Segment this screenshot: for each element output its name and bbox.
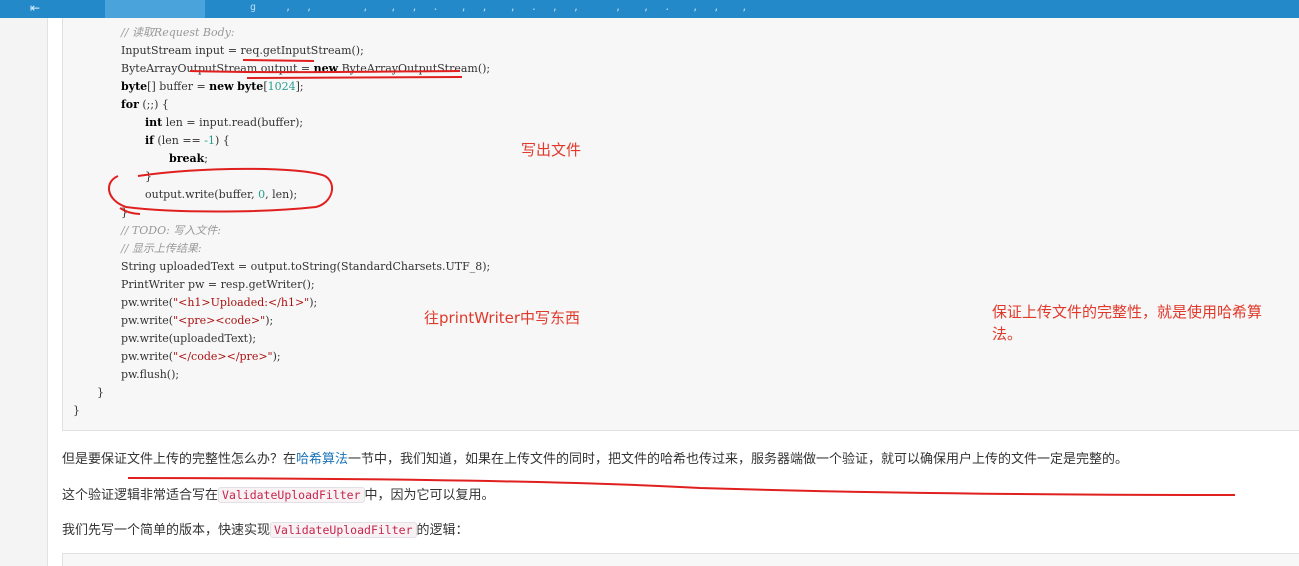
paragraph-text: 这个验证逻辑非常适合写在	[62, 488, 219, 503]
code-line: }	[121, 206, 128, 220]
code-line: output.write(buffer, 0, len);	[145, 188, 297, 202]
code-line: // TODO: 写入文件:	[121, 224, 221, 238]
code-line: InputStream input = req.getInputStream()…	[121, 44, 364, 58]
top-toolbar: ⇤ g , , , , , . , , , . , , , , . , , ,	[0, 0, 1299, 18]
code-token: "<h1>Uploaded:</h1>"	[173, 296, 310, 309]
code-line: if (len == -1) {	[145, 134, 230, 148]
code-line: byte[] buffer = new byte[1024];	[121, 80, 304, 94]
code-line: ByteArrayOutputStream output = new ByteA…	[121, 62, 490, 76]
code-token: if	[145, 134, 154, 147]
paragraph-text: 但是要保证文件上传的完整性怎么办？在	[62, 452, 297, 467]
code-line: pw.write("<pre><code>");	[121, 314, 273, 328]
code-line: }	[145, 170, 152, 184]
code-token: ;	[204, 152, 208, 165]
paragraph-integrity: 但是要保证文件上传的完整性怎么办？在哈希算法一节中，我们知道，如果在上传文件的同…	[62, 448, 1128, 467]
code-token: // 读取Request Body:	[121, 26, 235, 39]
code-token: InputStream input = req.getInputStream()…	[121, 44, 364, 57]
code-token: pw.flush();	[121, 368, 180, 381]
code-token: ];	[295, 80, 304, 93]
paragraph-text: 中，因为它可以复用。	[364, 488, 495, 503]
code-token: // 显示上传结果:	[121, 242, 202, 255]
code-token: "</code></pre>"	[173, 350, 273, 363]
code-token: pw.write(	[121, 350, 174, 363]
paragraph-text: 我们先写一个简单的版本，快速实现	[62, 523, 271, 538]
paragraph-filter: 这个验证逻辑非常适合写在 ValidateUploadFilter 中，因为它可以复…	[62, 484, 495, 503]
code-token: // TODO: 写入文件:	[121, 224, 222, 237]
code-token: [] buffer =	[147, 80, 210, 93]
code-token: , len);	[265, 188, 298, 201]
code-token: String uploadedText = output.toString(St…	[121, 260, 491, 273]
code-line: // 显示上传结果:	[121, 242, 202, 256]
code-token: -1	[204, 134, 215, 147]
code-token: pw.write(	[121, 314, 174, 327]
code-line: String uploadedText = output.toString(St…	[121, 260, 490, 274]
code-line: }	[73, 404, 80, 418]
code-token: (len ==	[153, 134, 205, 147]
code-token: for	[121, 98, 139, 111]
paragraph-text: 一节中，我们知道，如果在上传文件的同时，把文件的哈希也传过来，服务器端做一个验证…	[348, 452, 1129, 467]
back-icon[interactable]: ⇤	[30, 1, 40, 15]
inline-code-filter: ValidateUploadFilter	[218, 487, 365, 503]
code-token: byte	[237, 80, 264, 93]
code-token: byte	[121, 80, 148, 93]
code-token: );	[272, 350, 281, 363]
code-token: PrintWriter pw = resp.getWriter();	[121, 278, 315, 291]
code-token: }	[145, 170, 152, 183]
code-token: output.write(buffer,	[145, 188, 259, 201]
annotation-write-file: 写出文件	[521, 141, 582, 159]
paragraph-simple-version: 我们先写一个简单的版本，快速实现 ValidateUploadFilter 的逻辑：	[62, 519, 469, 538]
code-token: pw.write(	[121, 296, 174, 309]
code-line: pw.write(uploadedText);	[121, 332, 256, 346]
code-token: }	[121, 206, 128, 219]
annotation-print-writer: 往printWriter中写东西	[424, 309, 581, 327]
code-token: break	[169, 152, 205, 165]
code-line: // 读取Request Body:	[121, 26, 235, 40]
code-token: 1024	[267, 80, 296, 93]
code-line: for (;;) {	[121, 98, 169, 112]
code-token: "<pre><code>"	[173, 314, 266, 327]
code-token: new	[313, 62, 339, 75]
code-token: pw.write(uploadedText);	[121, 332, 257, 345]
code-token: }	[97, 386, 104, 399]
code-token: ) {	[214, 134, 230, 147]
hash-algorithm-link[interactable]: 哈希算法	[296, 452, 348, 467]
code-token: );	[309, 296, 318, 309]
code-token: }	[73, 404, 80, 417]
code-line: break;	[169, 152, 208, 166]
code-line: }	[97, 386, 104, 400]
inline-code-filter-2: ValidateUploadFilter	[270, 522, 417, 538]
code-line: pw.write("</code></pre>");	[121, 350, 281, 364]
code-token: int	[145, 116, 163, 129]
annotation-integrity-line2: 法。	[992, 325, 1023, 343]
code-line: pw.flush();	[121, 368, 179, 382]
code-token: (;;) {	[138, 98, 169, 111]
left-gutter	[0, 18, 48, 566]
active-tab[interactable]	[105, 0, 205, 18]
code-line: PrintWriter pw = resp.getWriter();	[121, 278, 315, 292]
code-token: );	[265, 314, 274, 327]
annotation-integrity-line1: 保证上传文件的完整性，就是使用哈希算	[992, 303, 1263, 321]
code-token: new	[209, 80, 234, 93]
code-token: ByteArrayOutputStream();	[338, 62, 491, 75]
code-line: int len = input.read(buffer);	[145, 116, 303, 130]
toolbar-text: g , , , , , . , , , . , , , , . , , ,	[250, 2, 763, 13]
code-token: ByteArrayOutputStream output =	[121, 62, 314, 75]
code-block-next	[62, 553, 1299, 566]
paragraph-text: 的逻辑：	[416, 523, 469, 538]
code-line: pw.write("<h1>Uploaded:</h1>");	[121, 296, 317, 310]
code-token: len = input.read(buffer);	[162, 116, 304, 129]
